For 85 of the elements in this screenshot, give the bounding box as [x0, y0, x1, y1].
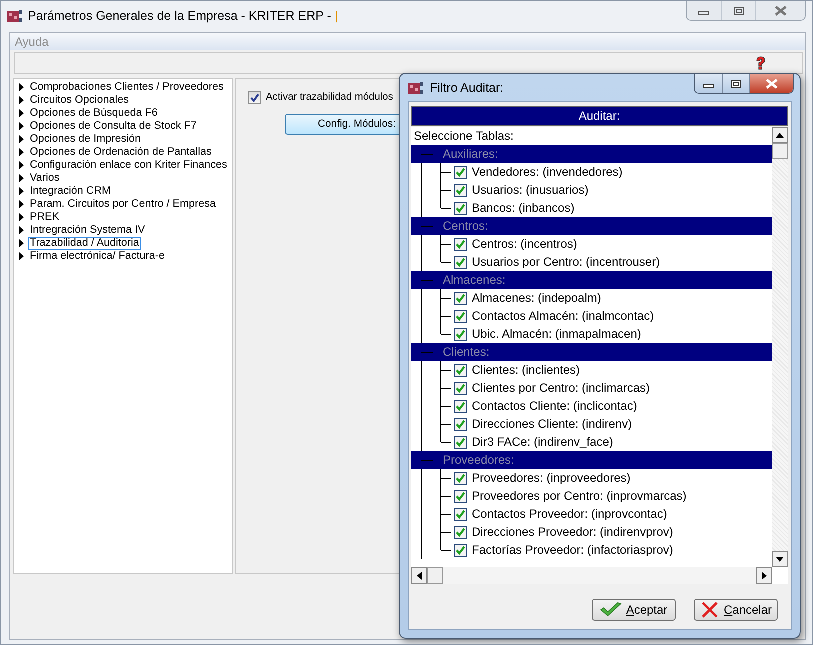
section-header: Auditar:: [411, 106, 788, 126]
dialog-title: Filtro Auditar:: [430, 80, 504, 94]
tree-item[interactable]: Intregración Systema IV: [28, 224, 148, 237]
accept-button[interactable]: Aceptar: [592, 599, 676, 621]
tree-item[interactable]: Trazabilidad / Auditoria: [28, 237, 142, 250]
table-option[interactable]: Clientes por Centro: (inclimarcas): [472, 381, 650, 395]
tree-item[interactable]: Circuitos Opcionales: [28, 94, 132, 107]
checkbox[interactable]: [454, 382, 467, 394]
table-option[interactable]: Centros: (incentros): [472, 237, 578, 251]
table-option[interactable]: Ubic. Almacén: (inmapalmacen): [472, 327, 642, 341]
maximize-button[interactable]: [721, 1, 755, 20]
checkbox[interactable]: [454, 544, 467, 556]
tree-item[interactable]: Opciones de Búsqueda F6: [28, 107, 160, 120]
checkbox-label: Activar trazabilidad módulos: [266, 92, 394, 103]
checkmark-icon: [600, 602, 622, 618]
tree-item[interactable]: Firma electrónica/ Factura-e: [28, 250, 168, 263]
close-icon: [774, 6, 788, 16]
group-header[interactable]: Centros:: [411, 217, 772, 235]
checkbox[interactable]: [454, 472, 467, 484]
maximize-icon: [730, 78, 742, 88]
checkbox[interactable]: [454, 400, 467, 412]
up-arrow-icon[interactable]: [776, 132, 784, 138]
group-header[interactable]: Almacenes:: [411, 271, 772, 289]
checkbox[interactable]: [454, 166, 467, 178]
table-option[interactable]: Dir3 FACe: (indirenv_face): [472, 435, 614, 449]
tree-item[interactable]: Integración CRM: [28, 185, 114, 198]
maximize-icon: [732, 6, 744, 16]
tree-item[interactable]: Opciones de Consulta de Stock F7: [28, 120, 199, 133]
right-arrow-icon[interactable]: [762, 572, 766, 580]
table-option[interactable]: Proveedores por Centro: (inprovmarcas): [472, 489, 687, 503]
minimize-button[interactable]: [687, 1, 721, 20]
table-option[interactable]: Direcciones Cliente: (indirenv): [472, 417, 632, 431]
x-icon: [700, 602, 720, 618]
down-arrow-icon[interactable]: [776, 556, 784, 562]
cancel-button[interactable]: Cancelar: [694, 599, 778, 621]
table-option[interactable]: Proveedores: (inproveedores): [472, 471, 631, 485]
table-option[interactable]: Direcciones Proveedor: (indirenvprov): [472, 525, 674, 539]
help-icon[interactable]: [754, 56, 768, 70]
tree-item[interactable]: Param. Circuitos por Centro / Empresa: [28, 198, 218, 211]
checkbox[interactable]: [454, 256, 467, 268]
app-icon: [7, 9, 23, 23]
scroll-thumb[interactable]: [772, 143, 788, 159]
table-option[interactable]: Clientes: (inclientes): [472, 363, 580, 377]
table-option[interactable]: Vendedores: (invendedores): [472, 165, 623, 179]
tree-item[interactable]: Opciones de Ordenación de Pantallas: [28, 146, 214, 159]
checkbox[interactable]: [454, 418, 467, 430]
group-header[interactable]: Clientes:: [411, 343, 772, 361]
maximize-button[interactable]: [722, 74, 749, 93]
group-header[interactable]: Auxiliares:: [411, 145, 772, 163]
checkbox[interactable]: [248, 91, 261, 104]
group-header[interactable]: Proveedores:: [411, 451, 772, 469]
list-title: Seleccione Tablas:: [414, 129, 514, 143]
tree-item[interactable]: Configuración enlace con Kriter Finances: [28, 159, 230, 172]
window-title: Parámetros Generales de la Empresa - KRITER ERP -: [28, 9, 332, 23]
tree-item[interactable]: Varios: [28, 172, 62, 185]
table-option[interactable]: Contactos Cliente: (inclicontac): [472, 399, 638, 413]
close-button[interactable]: [755, 1, 805, 20]
minimize-button[interactable]: [695, 74, 722, 93]
checkbox[interactable]: [454, 238, 467, 250]
checkbox[interactable]: [454, 310, 467, 322]
tree-item[interactable]: Comprobaciones Clientes / Proveedores: [28, 81, 226, 94]
table-option[interactable]: Bancos: (inbancos): [472, 201, 575, 215]
table-option[interactable]: Usuarios: (inusuarios): [472, 183, 589, 197]
text-cursor: |: [335, 9, 338, 23]
table-option[interactable]: Almacenes: (indepoalm): [472, 291, 602, 305]
close-button[interactable]: [749, 74, 793, 93]
checkbox[interactable]: [454, 328, 467, 340]
table-option[interactable]: Usuarios por Centro: (incentrouser): [472, 255, 660, 269]
close-icon: [764, 78, 778, 88]
checkbox[interactable]: [454, 202, 467, 214]
table-option[interactable]: Factorías Proveedor: (infactoriasprov): [472, 543, 674, 557]
checkbox[interactable]: [454, 508, 467, 520]
app-icon: [408, 80, 424, 94]
checkbox[interactable]: [454, 526, 467, 538]
checkbox[interactable]: [454, 436, 467, 448]
left-arrow-icon[interactable]: [416, 572, 422, 580]
checkbox[interactable]: [454, 184, 467, 196]
scroll-thumb[interactable]: [427, 567, 443, 584]
table-option[interactable]: Contactos Almacén: (inalmcontac): [472, 309, 654, 323]
checkbox[interactable]: [454, 364, 467, 376]
table-option[interactable]: Contactos Proveedor: (inprovcontac): [472, 507, 668, 521]
checkbox[interactable]: [454, 292, 467, 304]
tree-item[interactable]: PREK: [28, 211, 62, 224]
checkbox[interactable]: [454, 490, 467, 502]
tree-item[interactable]: Opciones de Impresión: [28, 133, 144, 146]
